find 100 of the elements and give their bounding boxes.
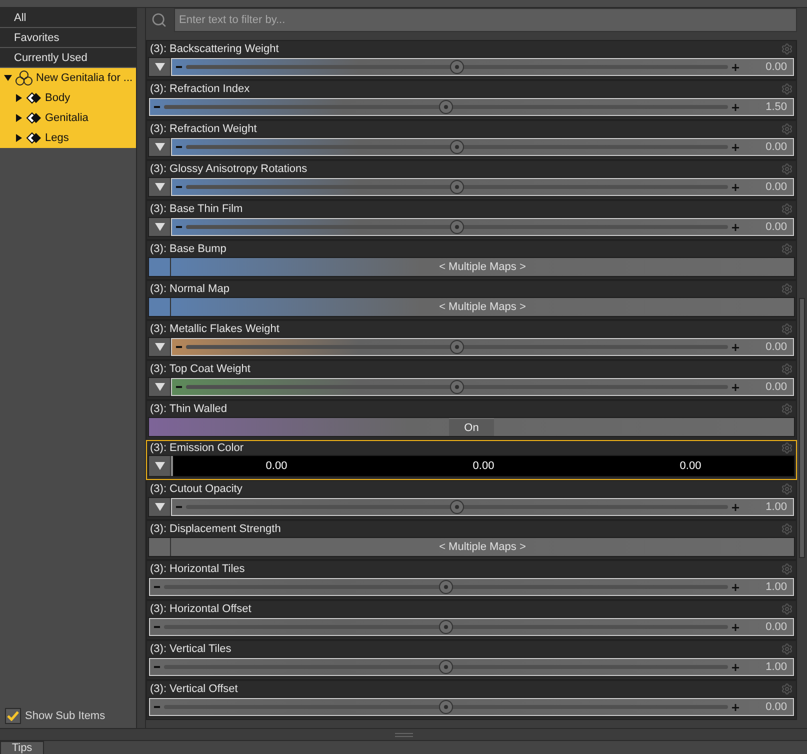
plus-icon[interactable] (732, 64, 739, 70)
property-row[interactable]: (3): Backscattering Weight 0.00 (146, 40, 797, 80)
value-field[interactable]: 1.00 (743, 581, 787, 593)
settings-icon[interactable] (781, 683, 793, 695)
property-row[interactable]: (3): Thin Walled On (146, 400, 797, 440)
settings-icon[interactable] (781, 442, 793, 454)
plus-icon[interactable] (732, 184, 739, 190)
expand-arrow-icon[interactable] (15, 94, 23, 102)
slider-thumb[interactable] (450, 220, 464, 234)
slider-thumb[interactable] (439, 100, 453, 114)
dropdown-button[interactable] (149, 338, 171, 356)
slider[interactable]: 0.00 (171, 218, 794, 236)
plus-icon[interactable] (732, 624, 739, 630)
slider-thumb[interactable] (450, 380, 464, 394)
value-field[interactable]: 0.00 (743, 621, 787, 633)
slider[interactable]: 0.00 (149, 618, 794, 636)
dropdown-button[interactable] (149, 58, 171, 76)
tips-tab[interactable]: Tips (0, 741, 44, 754)
slider[interactable]: 1.00 (171, 498, 794, 516)
slider[interactable]: 0.00 (171, 138, 794, 156)
slider[interactable]: 0.00 (149, 698, 794, 716)
slider-thumb[interactable] (450, 60, 464, 74)
value-field[interactable]: 0.00 (743, 701, 787, 713)
slider-thumb[interactable] (450, 140, 464, 154)
value-field[interactable]: 0.00 (743, 221, 787, 233)
property-row[interactable]: (3): Glossy Anisotropy Rotations 0.00 (146, 160, 797, 200)
plus-icon[interactable] (732, 344, 739, 350)
slider-thumb[interactable] (450, 180, 464, 194)
settings-icon[interactable] (781, 83, 793, 95)
dropdown-button[interactable] (149, 498, 171, 516)
slider-thumb[interactable] (450, 500, 464, 514)
value-field[interactable]: 0.00 (743, 381, 787, 393)
property-row[interactable]: (3): Base Thin Film 0.00 (146, 200, 797, 240)
sidebar-item[interactable]: All (0, 8, 136, 28)
property-row[interactable]: (3): Metallic Flakes Weight 0.00 (146, 320, 797, 360)
map-bar[interactable]: < Multiple Maps > (171, 298, 794, 316)
property-row[interactable]: (3): Refraction Index 1.50 (146, 80, 797, 120)
map-swatch[interactable] (149, 538, 171, 556)
settings-icon[interactable] (781, 363, 793, 375)
property-row[interactable]: (3): Displacement Strength < Multiple Maps > (146, 520, 797, 560)
expand-arrow-icon[interactable] (15, 114, 23, 122)
slider-thumb[interactable] (439, 700, 453, 714)
slider[interactable]: 1.00 (149, 658, 794, 676)
value-field[interactable]: 0.00 (743, 61, 787, 73)
property-row[interactable]: (3): Base Bump < Multiple Maps > (146, 240, 797, 280)
settings-icon[interactable] (781, 523, 793, 535)
plus-icon[interactable] (732, 704, 739, 710)
slider[interactable]: 1.00 (149, 578, 794, 596)
slider[interactable]: 1.50 (149, 98, 794, 116)
value-field[interactable]: 0.00 (743, 141, 787, 153)
settings-icon[interactable] (781, 323, 793, 335)
dropdown-button[interactable] (149, 218, 171, 236)
plus-icon[interactable] (732, 104, 739, 110)
property-row[interactable]: (3): Normal Map < Multiple Maps > (146, 280, 797, 320)
settings-icon[interactable] (781, 243, 793, 255)
value-field[interactable]: 1.50 (743, 101, 787, 113)
dropdown-button[interactable] (149, 178, 171, 196)
settings-icon[interactable] (781, 203, 793, 215)
settings-icon[interactable] (781, 163, 793, 175)
dropdown-button[interactable] (149, 456, 171, 476)
sidebar-item[interactable]: Currently Used (0, 48, 136, 68)
settings-icon[interactable] (781, 483, 793, 495)
dropdown-button[interactable] (149, 138, 171, 156)
settings-icon[interactable] (781, 123, 793, 135)
slider-thumb[interactable] (439, 620, 453, 634)
value-field[interactable]: 1.00 (743, 501, 787, 513)
value-field[interactable]: 0.00 (743, 341, 787, 353)
search-field[interactable]: Enter text to filter by... (174, 8, 797, 32)
value-field[interactable]: 1.00 (743, 661, 787, 673)
slider[interactable]: 0.00 (171, 178, 794, 196)
settings-icon[interactable] (781, 603, 793, 615)
plus-icon[interactable] (732, 664, 739, 670)
settings-icon[interactable] (781, 43, 793, 55)
property-row[interactable]: (3): Vertical Tiles 1.00 (146, 640, 797, 680)
map-bar[interactable]: < Multiple Maps > (171, 258, 794, 276)
slider-thumb[interactable] (439, 660, 453, 674)
map-swatch[interactable] (149, 298, 171, 316)
slider[interactable]: 0.00 (171, 58, 794, 76)
settings-icon[interactable] (781, 643, 793, 655)
toggle-button[interactable]: On (449, 418, 494, 436)
dropdown-button[interactable] (149, 378, 171, 396)
property-row[interactable]: (3): Top Coat Weight 0.00 (146, 360, 797, 400)
plus-icon[interactable] (732, 504, 739, 510)
plus-icon[interactable] (732, 584, 739, 590)
property-row[interactable]: (3): Vertical Offset 0.00 (146, 680, 797, 720)
property-row[interactable]: (3): Horizontal Offset 0.00 (146, 600, 797, 640)
slider-thumb[interactable] (450, 340, 464, 354)
plus-icon[interactable] (732, 144, 739, 150)
value-field[interactable]: 0.00 (743, 181, 787, 193)
color-field[interactable]: 0.00 0.00 0.00 (171, 456, 794, 476)
collapse-arrow-icon[interactable] (4, 74, 12, 82)
map-bar[interactable]: < Multiple Maps > (171, 538, 794, 556)
property-row[interactable]: (3): Cutout Opacity 1.00 (146, 480, 797, 520)
property-row[interactable]: (3): Horizontal Tiles 1.00 (146, 560, 797, 600)
slider-thumb[interactable] (439, 580, 453, 594)
map-swatch[interactable] (149, 258, 171, 276)
property-row[interactable]: (3): Emission Color 0.00 0.00 0.00 (146, 440, 797, 480)
expand-arrow-icon[interactable] (15, 134, 23, 142)
slider[interactable]: 0.00 (171, 378, 794, 396)
sidebar-item[interactable]: Favorites (0, 28, 136, 48)
